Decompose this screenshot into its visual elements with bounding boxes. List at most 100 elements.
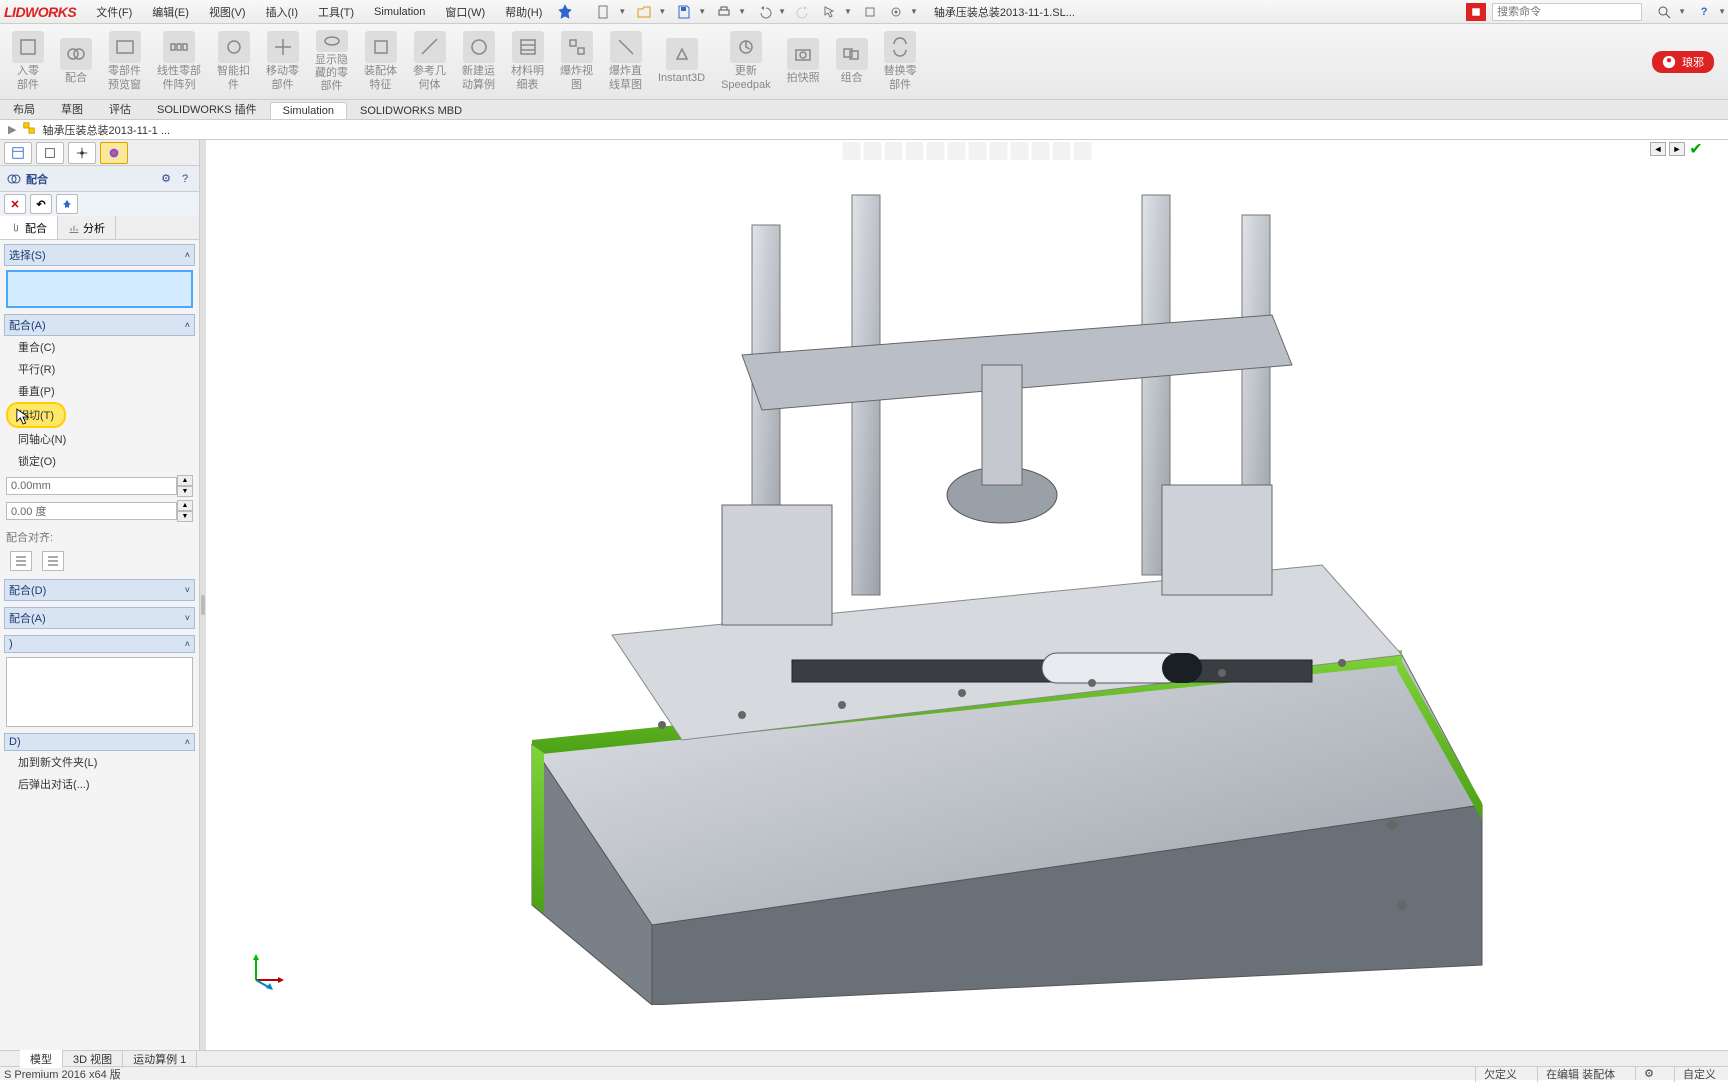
distance-spinner[interactable]: ▲▼ xyxy=(6,475,193,497)
tab-mbd[interactable]: SOLIDWORKS MBD xyxy=(347,102,475,119)
help-icon[interactable]: ? xyxy=(1694,2,1714,22)
cmd-show-hidden[interactable]: 显示隐 藏的零 部件 xyxy=(309,29,354,95)
cmd-bom[interactable]: 材料明 细表 xyxy=(505,29,550,95)
pm-cancel[interactable]: ✕ xyxy=(4,194,26,214)
pm-help-icon[interactable]: ? xyxy=(177,171,193,187)
graphics-viewport[interactable]: ◄ ► ✔ xyxy=(206,140,1728,1050)
section-mechanical-mates[interactable]: 配合(A)˅ xyxy=(4,607,195,629)
cmd-mate[interactable]: 配合 xyxy=(54,29,98,95)
cmd-new-motion-study[interactable]: 新建运 动算例 xyxy=(456,29,501,95)
pin-icon[interactable] xyxy=(556,3,574,21)
mate-lock[interactable]: 锁定(O) xyxy=(4,450,195,472)
status-config-icon[interactable]: ⚙ xyxy=(1635,1067,1662,1080)
opt-add-to-new-folder[interactable]: 加到新文件夹(L) xyxy=(4,751,195,773)
search-scope-icon[interactable] xyxy=(1466,3,1486,21)
search-icon[interactable] xyxy=(1654,2,1674,22)
cmd-instant3d[interactable]: Instant3D xyxy=(652,29,711,95)
pm-subtab-analysis[interactable]: 分析 xyxy=(58,216,116,239)
tab-evaluate[interactable]: 评估 xyxy=(96,98,144,119)
dropdown-icon[interactable]: ▼ xyxy=(910,7,918,16)
save-icon[interactable] xyxy=(674,2,694,22)
section-select[interactable]: 选择(S)˄ xyxy=(4,244,195,266)
select-icon[interactable] xyxy=(820,2,840,22)
pm-back[interactable]: ↶ xyxy=(30,194,52,214)
rebuild-icon[interactable] xyxy=(860,2,880,22)
menu-file[interactable]: 文件(F) xyxy=(86,0,142,24)
tab-addins[interactable]: SOLIDWORKS 插件 xyxy=(144,98,270,119)
cmd-update-speedpak[interactable]: 更新 Speedpak xyxy=(715,29,777,95)
align-same[interactable] xyxy=(10,551,32,571)
breadcrumb-doc[interactable]: 轴承压装总装2013-11-1 ... xyxy=(42,122,170,138)
cmd-assembly-features[interactable]: 装配体 特征 xyxy=(358,29,403,95)
model-view[interactable] xyxy=(206,140,1728,1050)
breadcrumb-expand-icon[interactable]: ▶ xyxy=(8,123,16,136)
spin-up[interactable]: ▲ xyxy=(177,475,193,486)
menu-window[interactable]: 窗口(W) xyxy=(435,0,495,24)
mates-listbox[interactable] xyxy=(6,657,193,727)
appearance-tab[interactable] xyxy=(100,142,128,164)
mate-concentric[interactable]: 同轴心(N) xyxy=(4,428,195,450)
menu-tools[interactable]: 工具(T) xyxy=(308,0,364,24)
cmd-explode-line-sketch[interactable]: 爆炸直 线草图 xyxy=(603,29,648,95)
user-badge[interactable]: 琅邪 xyxy=(1652,51,1714,73)
view-triad[interactable] xyxy=(246,950,286,990)
section-standard-mates[interactable]: 配合(A)˄ xyxy=(4,314,195,336)
dropdown-icon[interactable]: ▼ xyxy=(618,7,626,16)
property-manager-tab[interactable] xyxy=(36,142,64,164)
pm-settings-icon[interactable]: ⚙ xyxy=(158,171,174,187)
dropdown-icon[interactable]: ▼ xyxy=(658,7,666,16)
tab-layout[interactable]: 布局 xyxy=(0,98,48,119)
dropdown-icon[interactable]: ▼ xyxy=(1678,7,1686,16)
menu-help[interactable]: 帮助(H) xyxy=(495,0,552,24)
search-command-box[interactable] xyxy=(1492,3,1642,21)
menu-edit[interactable]: 编辑(E) xyxy=(142,0,199,24)
dropdown-icon[interactable]: ▼ xyxy=(1718,7,1726,16)
cmd-snapshot[interactable]: 拍快照 xyxy=(781,29,826,95)
mate-perpendicular[interactable]: 垂直(P) xyxy=(4,380,195,402)
section-options[interactable]: D)˄ xyxy=(4,733,195,751)
cmd-linear-pattern[interactable]: 线性零部 件阵列 xyxy=(151,29,207,95)
opt-show-popup[interactable]: 后弹出对话(...) xyxy=(4,773,195,795)
selection-list[interactable] xyxy=(6,270,193,308)
angle-input[interactable] xyxy=(6,502,177,520)
section-mates-list[interactable]: )˄ xyxy=(4,635,195,653)
tab-sketch[interactable]: 草图 xyxy=(48,98,96,119)
tab-simulation[interactable]: Simulation xyxy=(270,102,347,119)
spin-up[interactable]: ▲ xyxy=(177,500,193,511)
mate-coincident[interactable]: 重合(C) xyxy=(4,336,195,358)
spin-down[interactable]: ▼ xyxy=(177,486,193,497)
pm-subtab-mate[interactable]: 配合 xyxy=(0,216,58,239)
menu-simulation[interactable]: Simulation xyxy=(364,0,435,24)
menu-insert[interactable]: 插入(I) xyxy=(256,0,308,24)
redo-icon[interactable] xyxy=(794,2,814,22)
feature-manager-tab[interactable] xyxy=(4,142,32,164)
print-icon[interactable] xyxy=(714,2,734,22)
pm-pin[interactable] xyxy=(56,194,78,214)
dropdown-icon[interactable]: ▼ xyxy=(778,7,786,16)
dropdown-icon[interactable]: ▼ xyxy=(698,7,706,16)
cmd-component-preview[interactable]: 零部件 预览窗 xyxy=(102,29,147,95)
mate-parallel[interactable]: 平行(R) xyxy=(4,358,195,380)
cmd-replace-component[interactable]: 替换零 部件 xyxy=(878,29,923,95)
cmd-exploded-view[interactable]: 爆炸视 图 xyxy=(554,29,599,95)
section-advanced-mates[interactable]: 配合(D)˅ xyxy=(4,579,195,601)
angle-spinner[interactable]: ▲▼ xyxy=(6,500,193,522)
configuration-manager-tab[interactable] xyxy=(68,142,96,164)
cmd-smart-fasteners[interactable]: 智能扣 件 xyxy=(211,29,256,95)
search-input[interactable] xyxy=(1493,6,1641,18)
undo-icon[interactable] xyxy=(754,2,774,22)
cmd-insert-component[interactable]: 入零 部件 xyxy=(6,29,50,95)
options-icon[interactable] xyxy=(886,2,906,22)
open-icon[interactable] xyxy=(634,2,654,22)
align-anti[interactable] xyxy=(42,551,64,571)
cmd-move-component[interactable]: 移动零 部件 xyxy=(260,29,305,95)
menu-view[interactable]: 视图(V) xyxy=(199,0,256,24)
spin-down[interactable]: ▼ xyxy=(177,511,193,522)
status-custom[interactable]: 自定义 xyxy=(1674,1066,1724,1082)
new-doc-icon[interactable] xyxy=(594,2,614,22)
cmd-combine[interactable]: 组合 xyxy=(830,29,874,95)
cmd-reference-geometry[interactable]: 参考几 何体 xyxy=(407,29,452,95)
dropdown-icon[interactable]: ▼ xyxy=(738,7,746,16)
dropdown-icon[interactable]: ▼ xyxy=(844,7,852,16)
mate-tangent[interactable]: 相切(T) xyxy=(8,404,64,426)
